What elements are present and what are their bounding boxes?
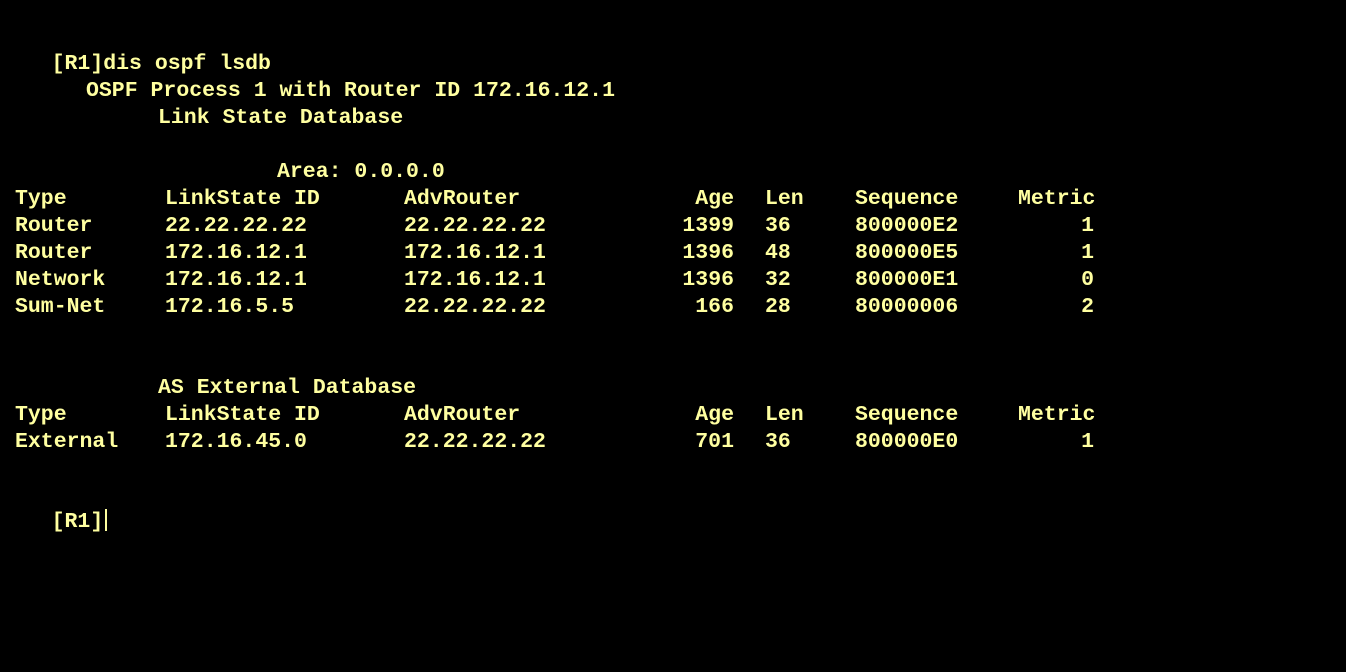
header-advrouter: AdvRouter — [404, 187, 521, 211]
header-advrouter: AdvRouter — [404, 403, 521, 427]
header-metric: Metric — [1018, 403, 1096, 427]
row-metric: 1 — [1081, 430, 1094, 454]
row-age: 166 — [695, 295, 734, 319]
row-type: Router — [15, 241, 93, 265]
command-text: dis ospf lsdb — [103, 52, 271, 76]
header-type: Type — [15, 403, 67, 427]
row-advrouter: 22.22.22.22 — [404, 295, 546, 319]
text-cursor — [105, 509, 108, 531]
row-len: 28 — [765, 295, 791, 319]
header-len: Len — [765, 403, 804, 427]
row-len: 36 — [765, 430, 791, 454]
row-metric: 0 — [1081, 268, 1094, 292]
header-type: Type — [15, 187, 67, 211]
prompt-line[interactable]: [R1] — [0, 482, 108, 534]
table-row: External 172.16.45.0 22.22.22.22 701 36 … — [0, 429, 1346, 456]
table-row: Router 172.16.12.1 172.16.12.1 1396 48 8… — [0, 240, 1346, 267]
row-sequence: 800000E5 — [855, 241, 959, 265]
row-sequence: 800000E0 — [855, 430, 959, 454]
area-line: Area: 0.0.0.0 — [277, 160, 445, 184]
header-age: Age — [695, 403, 734, 427]
area-table-header: Type LinkState ID AdvRouter Age Len Sequ… — [0, 186, 1346, 213]
row-metric: 2 — [1081, 295, 1094, 319]
header-sequence: Sequence — [855, 187, 959, 211]
row-type: External — [15, 430, 119, 454]
row-type: Router — [15, 214, 93, 238]
final-prompt: [R1] — [51, 510, 104, 534]
row-advrouter: 172.16.12.1 — [404, 241, 546, 265]
row-linkstate-id: 172.16.5.5 — [165, 295, 295, 319]
row-age: 701 — [695, 430, 734, 454]
row-type: Sum-Net — [15, 295, 106, 319]
table-row: Sum-Net 172.16.5.5 22.22.22.22 166 28 80… — [0, 294, 1346, 321]
header-sequence: Sequence — [855, 403, 959, 427]
command-line: [R1]dis ospf lsdb — [0, 24, 271, 76]
row-advrouter: 22.22.22.22 — [404, 430, 546, 454]
row-sequence: 800000E1 — [855, 268, 959, 292]
header-metric: Metric — [1018, 187, 1096, 211]
row-advrouter: 22.22.22.22 — [404, 214, 546, 238]
header-linkstate-id: LinkState ID — [165, 403, 320, 427]
lsdb-title: Link State Database — [158, 106, 404, 130]
terminal-window[interactable]: [R1]dis ospf lsdb OSPF Process 1 with Ro… — [0, 0, 1346, 534]
row-metric: 1 — [1081, 241, 1094, 265]
row-sequence: 80000006 — [855, 295, 959, 319]
row-len: 32 — [765, 268, 791, 292]
process-line: OSPF Process 1 with Router ID 172.16.12.… — [86, 79, 615, 103]
row-linkstate-id: 22.22.22.22 — [165, 214, 307, 238]
row-len: 48 — [765, 241, 791, 265]
row-sequence: 800000E2 — [855, 214, 959, 238]
ase-table-header: Type LinkState ID AdvRouter Age Len Sequ… — [0, 402, 1346, 429]
command-prompt: [R1] — [51, 52, 104, 76]
header-len: Len — [765, 187, 804, 211]
row-len: 36 — [765, 214, 791, 238]
table-row: Router 22.22.22.22 22.22.22.22 1399 36 8… — [0, 213, 1346, 240]
row-age: 1396 — [682, 241, 734, 265]
row-linkstate-id: 172.16.12.1 — [165, 268, 307, 292]
row-advrouter: 172.16.12.1 — [404, 268, 546, 292]
row-age: 1396 — [682, 268, 734, 292]
row-type: Network — [15, 268, 106, 292]
ase-title: AS External Database — [158, 376, 417, 400]
row-linkstate-id: 172.16.45.0 — [165, 430, 307, 454]
header-age: Age — [695, 187, 734, 211]
row-metric: 1 — [1081, 214, 1094, 238]
row-linkstate-id: 172.16.12.1 — [165, 241, 307, 265]
table-row: Network 172.16.12.1 172.16.12.1 1396 32 … — [0, 267, 1346, 294]
row-age: 1399 — [682, 214, 734, 238]
header-linkstate-id: LinkState ID — [165, 187, 320, 211]
